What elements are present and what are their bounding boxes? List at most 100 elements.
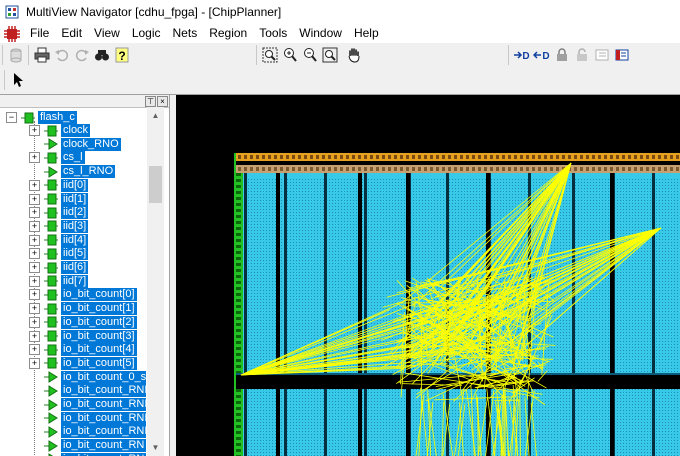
- tree-item-label: iid[6]: [61, 261, 89, 274]
- toolbar-group-file: [2, 45, 26, 65]
- chip-planner-canvas[interactable]: [176, 95, 680, 456]
- tree-item[interactable]: io_bit_count_RNI: [29, 425, 146, 439]
- io-pin: [424, 167, 427, 171]
- io-pin: [526, 155, 529, 159]
- io-pin: [664, 155, 667, 159]
- lock-button[interactable]: [552, 45, 572, 65]
- help-button[interactable]: ?: [112, 45, 132, 65]
- tree-item-label: io_bit_count[2]: [61, 315, 137, 329]
- sidebar-a-button[interactable]: [592, 45, 612, 65]
- zoom-in-button[interactable]: [280, 45, 300, 65]
- menu-nets[interactable]: Nets: [167, 24, 204, 43]
- io-pin: [298, 167, 301, 171]
- io-pin: [604, 155, 607, 159]
- menu-window[interactable]: Window: [293, 24, 348, 43]
- tree-item[interactable]: + io_bit_count[2]: [29, 315, 137, 329]
- tree-item[interactable]: + iid[0]: [29, 178, 89, 192]
- zoom-box-button[interactable]: [320, 45, 340, 65]
- tree-item[interactable]: + iid[4]: [29, 233, 89, 247]
- menu-region[interactable]: Region: [203, 24, 253, 43]
- expand-toggle[interactable]: +: [29, 316, 40, 328]
- tree-item-label: cs_l: [61, 151, 85, 165]
- tree-item-label: iid[3]: [61, 219, 89, 233]
- io-pin: [514, 155, 517, 159]
- expand-toggle[interactable]: +: [29, 262, 40, 273]
- scroll-up-arrow[interactable]: ▲: [147, 107, 164, 124]
- tree-item[interactable]: io_bit_count_RNI: [29, 384, 146, 398]
- io-pin: [382, 155, 385, 159]
- hand-pan-button[interactable]: [344, 45, 364, 65]
- find-button[interactable]: [92, 45, 112, 65]
- tree-item[interactable]: cs_l_RNO: [29, 165, 116, 179]
- add-input-button[interactable]: D: [512, 45, 532, 65]
- io-pad: [236, 275, 241, 278]
- tree-item[interactable]: + iid[7]: [29, 274, 89, 288]
- tree-item-label: io_bit_count[5]: [61, 356, 137, 370]
- unlock-button[interactable]: [572, 45, 592, 65]
- expand-toggle[interactable]: +: [29, 275, 40, 287]
- select-pointer-button[interactable]: [8, 70, 28, 90]
- menu-tools[interactable]: Tools: [253, 24, 293, 43]
- expand-toggle[interactable]: +: [29, 179, 40, 191]
- tree-item[interactable]: clock_RNO: [29, 137, 121, 151]
- expand-toggle[interactable]: +: [29, 234, 40, 246]
- tree-item[interactable]: io_bit_count_RNI: [29, 398, 146, 411]
- tree-item[interactable]: + iid[3]: [29, 219, 89, 233]
- tree-item[interactable]: io_bit_count_RN: [29, 439, 146, 453]
- expand-toggle[interactable]: +: [29, 330, 40, 342]
- expand-toggle[interactable]: +: [29, 207, 40, 219]
- redo-button[interactable]: [72, 45, 92, 65]
- io-pin: [364, 155, 367, 159]
- tree-item[interactable]: + io_bit_count[1]: [29, 302, 137, 316]
- tree-item[interactable]: + iid[5]: [29, 247, 89, 261]
- io-pad: [236, 329, 241, 332]
- tree-item[interactable]: io_bit_count_RNI: [29, 411, 146, 425]
- tree-item[interactable]: io_bit_count_0_s: [29, 370, 146, 384]
- menu-view[interactable]: View: [88, 24, 126, 43]
- tree-item[interactable]: + io_bit_count[4]: [29, 343, 137, 357]
- tree-item[interactable]: + iid[1]: [29, 192, 89, 206]
- sidebar-b-button[interactable]: [612, 45, 632, 65]
- zoom-out-button[interactable]: [300, 45, 320, 65]
- expand-toggle[interactable]: +: [29, 193, 40, 205]
- expand-toggle[interactable]: +: [29, 220, 40, 232]
- lock-icon: [557, 48, 567, 61]
- close-panel-button[interactable]: ×: [157, 96, 168, 107]
- toolbar-group-zoom: [256, 45, 364, 65]
- tree-item[interactable]: + cs_l: [29, 151, 85, 165]
- cylinder-button[interactable]: [6, 45, 26, 65]
- hand-pan-icon: [348, 48, 360, 63]
- tree-root[interactable]: − flash_c: [6, 111, 77, 124]
- expand-toggle[interactable]: +: [29, 303, 40, 315]
- scroll-down-arrow[interactable]: ▼: [147, 439, 164, 456]
- tree-item[interactable]: + io_bit_count[3]: [29, 329, 137, 343]
- collapse-toggle[interactable]: −: [6, 112, 17, 123]
- tree-scrollbar[interactable]: ▲ ▼: [147, 107, 164, 456]
- menu-edit[interactable]: Edit: [55, 24, 88, 43]
- io-pad: [236, 191, 241, 194]
- tree-item[interactable]: + io_bit_count[0]: [29, 288, 137, 302]
- expand-toggle[interactable]: +: [29, 248, 40, 260]
- add-output-button[interactable]: D: [532, 45, 552, 65]
- print-button[interactable]: [32, 45, 52, 65]
- expand-toggle[interactable]: +: [29, 344, 40, 356]
- expand-toggle[interactable]: +: [29, 125, 40, 136]
- scroll-thumb[interactable]: [149, 166, 162, 203]
- chip-icon[interactable]: [4, 25, 20, 42]
- menu-file[interactable]: File: [24, 24, 55, 43]
- expand-toggle[interactable]: +: [29, 289, 40, 301]
- toolbar-group-edit: ?: [28, 45, 132, 65]
- tree-item[interactable]: + io_bit_count[5]: [29, 356, 137, 370]
- tree-item[interactable]: + iid[6]: [29, 261, 89, 274]
- chip-floorplan[interactable]: [176, 95, 680, 456]
- expand-toggle[interactable]: +: [29, 357, 40, 369]
- tree-item[interactable]: + clock: [29, 124, 91, 137]
- zoom-fit-button[interactable]: [260, 45, 280, 65]
- tree-item[interactable]: + iid[2]: [29, 206, 89, 220]
- pin-panel-button[interactable]: ⊤: [145, 96, 156, 107]
- menu-logic[interactable]: Logic: [126, 24, 167, 43]
- io-pin: [400, 155, 403, 159]
- menu-help[interactable]: Help: [348, 24, 385, 43]
- expand-toggle[interactable]: +: [29, 152, 40, 164]
- undo-button[interactable]: [52, 45, 72, 65]
